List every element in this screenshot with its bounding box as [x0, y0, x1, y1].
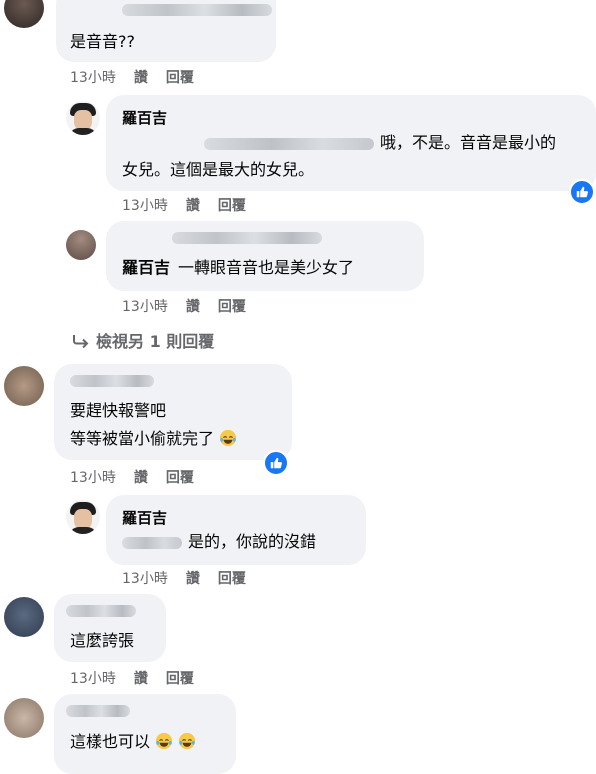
avatar[interactable]: [4, 0, 44, 28]
reply-link[interactable]: 回覆: [218, 195, 246, 215]
reply-link[interactable]: 回覆: [218, 568, 246, 588]
like-link[interactable]: 讚: [134, 668, 148, 688]
blurred-commenter-name: [172, 232, 322, 244]
thumbs-up-icon[interactable]: [263, 450, 289, 476]
laughing-tears-emoji: [156, 732, 173, 750]
comment-line: 是的，你說的沒錯: [188, 532, 317, 551]
comment-line: 是音音??: [70, 32, 135, 51]
laughing-tears-emoji: [220, 429, 237, 447]
like-link[interactable]: 讚: [134, 467, 148, 487]
like-link[interactable]: 讚: [134, 67, 148, 87]
timestamp[interactable]: 13小時: [70, 67, 116, 87]
avatar[interactable]: [4, 366, 44, 406]
comment-meta: 13小時讚回覆: [122, 195, 264, 215]
comment-meta: 13小時讚回覆: [122, 296, 264, 316]
timestamp[interactable]: 13小時: [122, 195, 168, 215]
comment-line: 哦，不是。音音是最小的: [380, 133, 557, 152]
comment-meta: 13小時讚回覆: [70, 67, 212, 87]
comment-line: 等等被當小偷就完了: [70, 429, 215, 448]
comment-line: 這麼誇張: [70, 631, 135, 650]
blurred-commenter-name: [66, 605, 136, 617]
comment-line: 要趕快報警吧: [70, 401, 167, 420]
comment-text: 女兒。這個是最大的女兒。: [122, 155, 314, 185]
avatar[interactable]: [4, 698, 44, 738]
thumbs-up-icon[interactable]: [569, 179, 595, 205]
like-link[interactable]: 讚: [186, 568, 200, 588]
avatar[interactable]: [66, 500, 100, 534]
timestamp[interactable]: 13小時: [122, 568, 168, 588]
avatar[interactable]: [66, 230, 96, 260]
comment-text: 等等被當小偷就完了: [70, 424, 237, 454]
blurred-mention-tag[interactable]: [122, 536, 182, 549]
timestamp[interactable]: 13小時: [70, 668, 116, 688]
comment-line: 女兒。這個是最大的女兒。: [122, 160, 315, 179]
reply-link[interactable]: 回覆: [218, 296, 246, 316]
reply-link[interactable]: 回覆: [166, 668, 194, 688]
reply-link[interactable]: 回覆: [166, 67, 194, 87]
timestamp[interactable]: 13小時: [122, 296, 168, 316]
comment-meta: 13小時讚回覆: [122, 568, 264, 588]
reply-arrow-icon: [73, 335, 89, 349]
avatar[interactable]: [66, 101, 100, 135]
blurred-commenter-name: [70, 375, 154, 387]
comment-text: 這麼誇張: [70, 626, 134, 656]
comment-meta: 13小時讚回覆: [70, 668, 212, 688]
comment-text: 哦，不是。音音是最小的: [122, 128, 556, 158]
laughing-tears-emoji: [179, 732, 196, 750]
comment-text: 要趕快報警吧: [70, 396, 166, 426]
comment-meta: 13小時讚回覆: [70, 467, 212, 487]
comment-author[interactable]: 羅百吉: [122, 258, 170, 277]
comment-text: 是音音??: [70, 27, 135, 57]
comment-line: 一轉眼音音也是美少女了: [178, 258, 355, 277]
timestamp[interactable]: 13小時: [70, 467, 116, 487]
avatar[interactable]: [4, 597, 44, 637]
like-link[interactable]: 讚: [186, 296, 200, 316]
comment-text: 是的，你說的沒錯: [122, 527, 316, 557]
comment-line: 這樣也可以: [70, 732, 151, 751]
blurred-commenter-name: [122, 4, 272, 16]
reply-link[interactable]: 回覆: [166, 467, 194, 487]
view-more-replies-link[interactable]: 檢視另 1 則回覆: [72, 328, 214, 352]
blurred-commenter-name: [66, 705, 130, 717]
comment-text: 這樣也可以: [70, 727, 196, 757]
comment-text: 羅百吉 一轉眼音音也是美少女了: [122, 253, 354, 283]
comment-author[interactable]: 羅百吉: [122, 107, 167, 128]
like-link[interactable]: 讚: [186, 195, 200, 215]
view-more-replies-label: 檢視另 1 則回覆: [96, 332, 215, 351]
blurred-mention-tag[interactable]: [204, 137, 374, 150]
comment-author[interactable]: 羅百吉: [122, 507, 167, 528]
